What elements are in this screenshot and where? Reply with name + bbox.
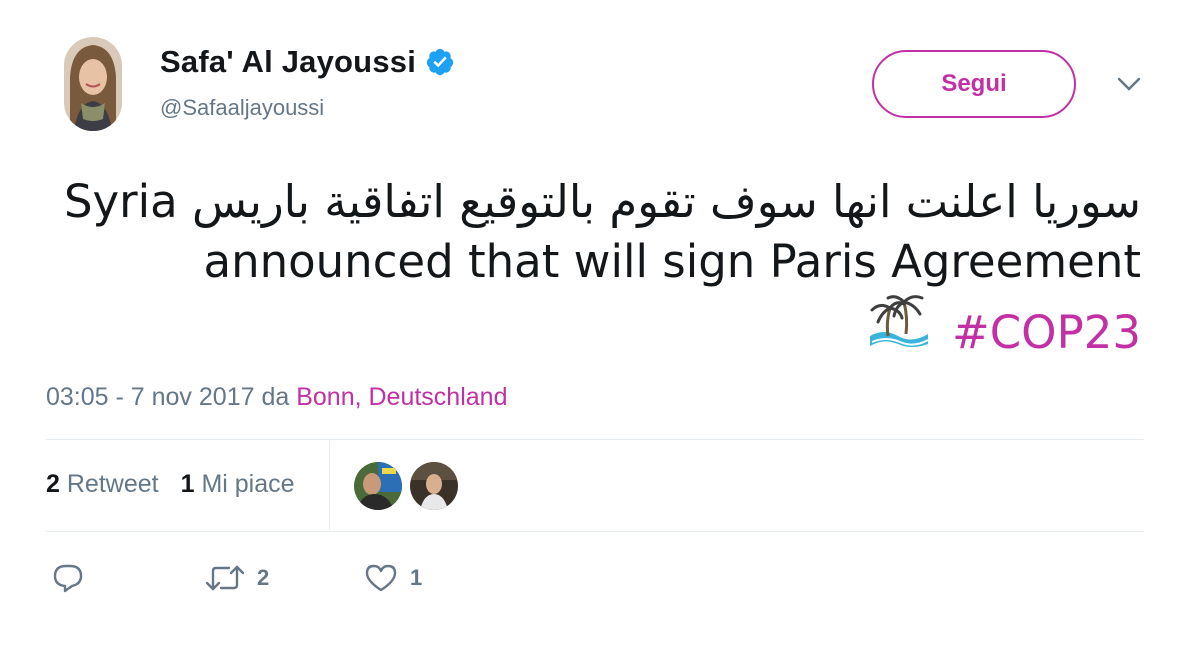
tweet-location-link[interactable]: Bonn, Deutschland — [296, 383, 507, 411]
like-count: 1 — [410, 565, 423, 590]
chevron-down-icon[interactable] — [1116, 75, 1142, 93]
tweet-line-1: سوريا اعلنت انها سوف تقوم بالتوقيع اتفاق… — [63, 175, 1141, 228]
like-stat-label: Mi piace — [201, 470, 295, 498]
author-handle[interactable]: @Safaaljayoussi — [160, 95, 324, 121]
divider-top — [46, 439, 1144, 440]
liker-avatar[interactable] — [354, 462, 402, 510]
like-stat-count: 1 — [180, 470, 195, 498]
desert-island-palm-icon — [869, 295, 929, 347]
divider-bottom — [46, 531, 1144, 532]
retweet-stat-label: Retweet — [66, 470, 159, 498]
like-button[interactable]: 1 — [364, 563, 422, 593]
author-avatar[interactable] — [64, 37, 122, 131]
author-name[interactable]: Safa' Al Jayoussi — [160, 44, 416, 80]
tweet-line-2: announced that will sign Paris Agreement — [203, 235, 1142, 288]
reply-icon — [53, 564, 83, 593]
tweet-timestamp: 03:05 - 7 nov 2017 da Bonn, Deutschland — [46, 383, 507, 412]
heart-icon — [365, 564, 397, 592]
like-stat[interactable]: 1 Mi piace — [181, 470, 295, 499]
retweet-button[interactable]: 2 — [205, 563, 269, 593]
tweet-text: سوريا اعلنت انها سوف تقوم بالتوقيع اتفاق… — [41, 172, 1141, 363]
tweet-stats: 2 Retweet 1 Mi piace — [46, 470, 317, 499]
follow-button[interactable]: Segui — [872, 50, 1076, 118]
retweet-stat[interactable]: 2 Retweet — [46, 470, 159, 499]
tweet-time-date[interactable]: 03:05 - 7 nov 2017 — [46, 383, 255, 411]
liker-avatar[interactable] — [410, 462, 458, 510]
retweet-icon — [205, 565, 245, 591]
author-name-row[interactable]: Safa' Al Jayoussi — [160, 44, 455, 80]
retweet-count: 2 — [257, 565, 270, 590]
retweet-stat-count: 2 — [46, 470, 60, 498]
stats-separator — [329, 441, 330, 530]
reply-button[interactable] — [52, 563, 96, 593]
verified-badge-icon — [426, 48, 454, 76]
tweet-da-label: da — [261, 383, 290, 411]
tweet-line-3: #COP23 — [41, 292, 1141, 363]
hashtag-link[interactable]: #COP23 — [952, 306, 1141, 359]
